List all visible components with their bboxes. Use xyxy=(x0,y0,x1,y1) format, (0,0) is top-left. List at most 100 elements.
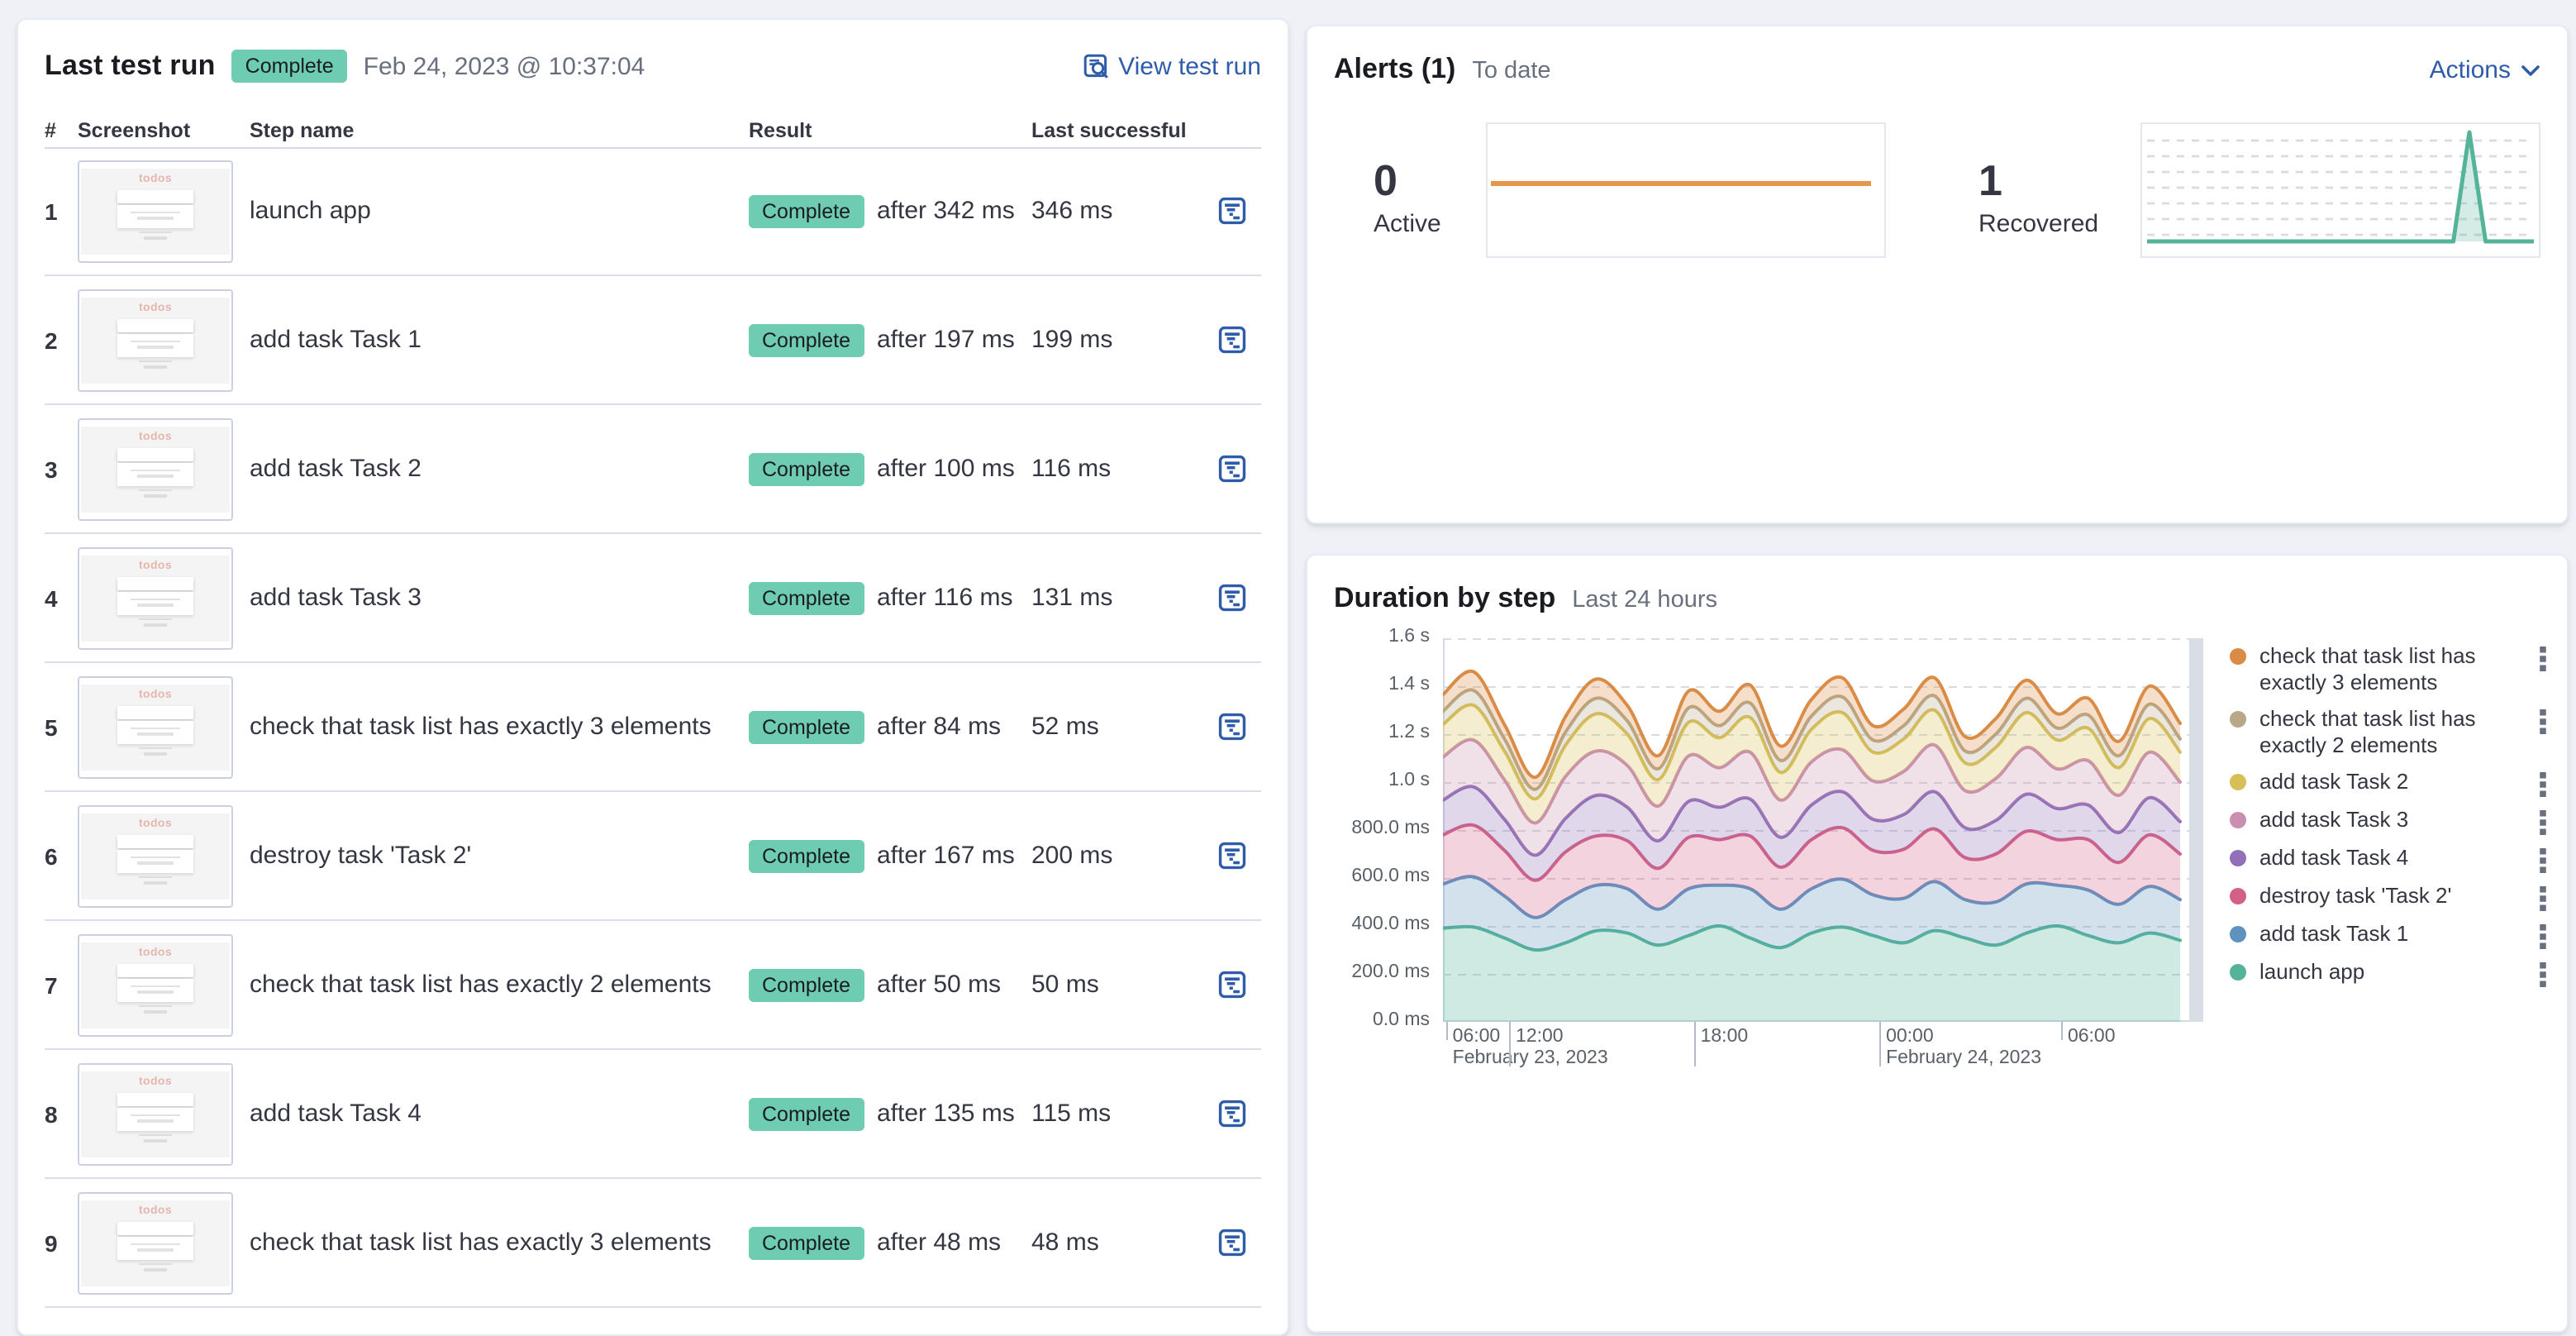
alerts-header: Alerts (1) To date Actions xyxy=(1334,53,2540,86)
step-detail-button[interactable] xyxy=(1212,1094,1251,1133)
step-detail-button[interactable] xyxy=(1212,578,1251,618)
y-axis-tick-label: 0.0 ms xyxy=(1372,1010,1430,1030)
col-header-result: Result xyxy=(749,119,812,142)
legend-item-menu-icon[interactable] xyxy=(2539,709,2547,734)
last-test-run-panel: Last test run Complete Feb 24, 2023 @ 10… xyxy=(17,18,1289,1336)
step-screenshot-thumbnail[interactable]: todos xyxy=(78,418,233,520)
legend-item[interactable]: destroy task 'Task 2' xyxy=(2230,883,2547,911)
y-axis-tick-label: 1.6 s xyxy=(1388,627,1430,647)
table-row: 8 todos add task Task 4 Complete after 1… xyxy=(45,1050,1261,1179)
legend-item[interactable]: add task Task 2 xyxy=(2230,769,2547,797)
x-axis-tick-mark xyxy=(2060,1022,2063,1040)
step-number: 1 xyxy=(45,198,58,224)
step-number: 9 xyxy=(45,1229,58,1256)
step-detail-button[interactable] xyxy=(1212,320,1251,360)
step-name: check that task list has exactly 3 eleme… xyxy=(250,1228,712,1256)
step-screenshot-thumbnail[interactable]: todos xyxy=(78,546,233,649)
legend-series-label: add task Task 2 xyxy=(2259,769,2409,794)
page-title: Last test run xyxy=(45,50,216,81)
legend-item[interactable]: launch app xyxy=(2230,959,2547,987)
table-row: 6 todos destroy task 'Task 2' Complete a… xyxy=(45,792,1261,921)
legend-item[interactable]: add task Task 4 xyxy=(2230,845,2547,873)
duration-by-step-panel: Duration by step Last 24 hours 1.6 s 1.4 … xyxy=(1306,554,2569,1333)
x-axis-tick-label: 06:00 xyxy=(2067,1027,2116,1047)
x-axis-date-label: February 24, 2023 xyxy=(1886,1048,2042,1068)
step-result-badge: Complete xyxy=(749,968,864,1001)
duration-subtitle: Last 24 hours xyxy=(1572,587,1717,613)
duration-stacked-area-chart xyxy=(1443,638,2203,1022)
step-result-badge: Complete xyxy=(749,710,864,743)
duration-chart-area: Duration by step Last 24 hours 1.6 s 1.4 … xyxy=(1334,582,2546,1331)
step-detail-button[interactable] xyxy=(1212,449,1251,489)
step-screenshot-thumbnail[interactable]: todos xyxy=(78,1191,233,1294)
legend-item-menu-icon[interactable] xyxy=(2539,647,2547,671)
step-detail-button[interactable] xyxy=(1212,965,1251,1004)
legend-item-menu-icon[interactable] xyxy=(2539,924,2547,949)
legend-series-label: destroy task 'Task 2' xyxy=(2259,883,2452,908)
legend-item-menu-icon[interactable] xyxy=(2539,848,2547,873)
legend-item-menu-icon[interactable] xyxy=(2539,810,2547,835)
step-last-successful: 50 ms xyxy=(1031,971,1099,999)
legend-series-dot xyxy=(2230,812,2246,828)
legend-item[interactable]: add task Task 1 xyxy=(2230,921,2547,949)
table-row: 4 todos add task Task 3 Complete after 1… xyxy=(45,534,1261,663)
step-last-successful: 116 ms xyxy=(1031,455,1112,483)
legend-series-dot xyxy=(2230,648,2246,665)
status-badge: Complete xyxy=(231,50,347,83)
active-alerts-count: 0 xyxy=(1374,155,1398,205)
step-number: 5 xyxy=(45,713,58,740)
view-test-run-link[interactable]: View test run xyxy=(1082,52,1261,80)
step-screenshot-thumbnail[interactable]: todos xyxy=(78,1062,233,1165)
legend-series-dot xyxy=(2230,850,2246,866)
legend-series-dot xyxy=(2230,964,2246,981)
synthetics-monitor-page: Last test run Complete Feb 24, 2023 @ 10… xyxy=(0,0,2576,1336)
todo-app-mock: todos xyxy=(81,426,230,512)
step-name: add task Task 2 xyxy=(250,454,421,482)
step-duration: after 50 ms xyxy=(877,971,1002,999)
recovered-alerts-stat: 1 Recovered xyxy=(1978,155,2098,238)
todo-app-mock: todos xyxy=(81,297,230,383)
step-last-successful: 199 ms xyxy=(1031,326,1113,354)
x-axis-tick-mark xyxy=(1879,1022,1882,1066)
y-axis-tick-label: 600.0 ms xyxy=(1351,866,1430,886)
step-detail-button[interactable] xyxy=(1212,191,1251,231)
legend-item[interactable]: check that task list has exactly 3 eleme… xyxy=(2230,643,2547,696)
step-number: 3 xyxy=(45,456,58,482)
y-axis-tick-label: 1.4 s xyxy=(1388,675,1430,694)
recovered-alerts-count: 1 xyxy=(1978,155,2002,205)
col-header-last-successful: Last successful xyxy=(1031,119,1187,142)
step-name: check that task list has exactly 2 eleme… xyxy=(250,970,712,998)
step-last-successful: 52 ms xyxy=(1031,713,1099,741)
legend-series-dot xyxy=(2230,774,2246,790)
step-duration: after 84 ms xyxy=(877,713,1002,741)
step-last-successful: 48 ms xyxy=(1031,1229,1099,1257)
step-detail-button[interactable] xyxy=(1212,707,1251,747)
step-screenshot-thumbnail[interactable]: todos xyxy=(78,933,233,1036)
legend-item-menu-icon[interactable] xyxy=(2539,772,2547,797)
step-detail-button[interactable] xyxy=(1212,836,1251,876)
step-screenshot-thumbnail[interactable]: todos xyxy=(78,675,233,778)
table-row: 9 todos check that task list has exactly… xyxy=(45,1179,1261,1308)
step-last-successful: 200 ms xyxy=(1031,842,1113,870)
step-screenshot-thumbnail[interactable]: todos xyxy=(78,160,233,262)
legend-item-menu-icon[interactable] xyxy=(2539,962,2547,987)
step-number: 6 xyxy=(45,842,58,869)
inspect-icon xyxy=(1083,54,1107,79)
step-name: add task Task 4 xyxy=(250,1099,421,1127)
legend-item[interactable]: check that task list has exactly 2 eleme… xyxy=(2230,706,2547,759)
run-timestamp: Feb 24, 2023 @ 10:37:04 xyxy=(363,52,645,80)
step-screenshot-thumbnail[interactable]: todos xyxy=(78,289,233,391)
legend-item[interactable]: add task Task 3 xyxy=(2230,807,2547,835)
step-name: add task Task 3 xyxy=(250,583,421,611)
step-trace-icon xyxy=(1217,713,1245,741)
step-trace-icon xyxy=(1217,842,1245,870)
alerts-actions-label: Actions xyxy=(2429,56,2511,84)
x-axis-tick-label: 06:00 xyxy=(1452,1027,1501,1047)
y-axis-tick-label: 1.2 s xyxy=(1388,723,1430,742)
step-screenshot-thumbnail[interactable]: todos xyxy=(78,804,233,907)
alerts-actions-menu[interactable]: Actions xyxy=(2430,56,2540,84)
step-duration: after 197 ms xyxy=(877,326,1015,354)
legend-item-menu-icon[interactable] xyxy=(2539,886,2547,911)
steps-table-header: # Screenshot Step name Result Last succe… xyxy=(45,114,1261,147)
step-detail-button[interactable] xyxy=(1212,1223,1251,1262)
